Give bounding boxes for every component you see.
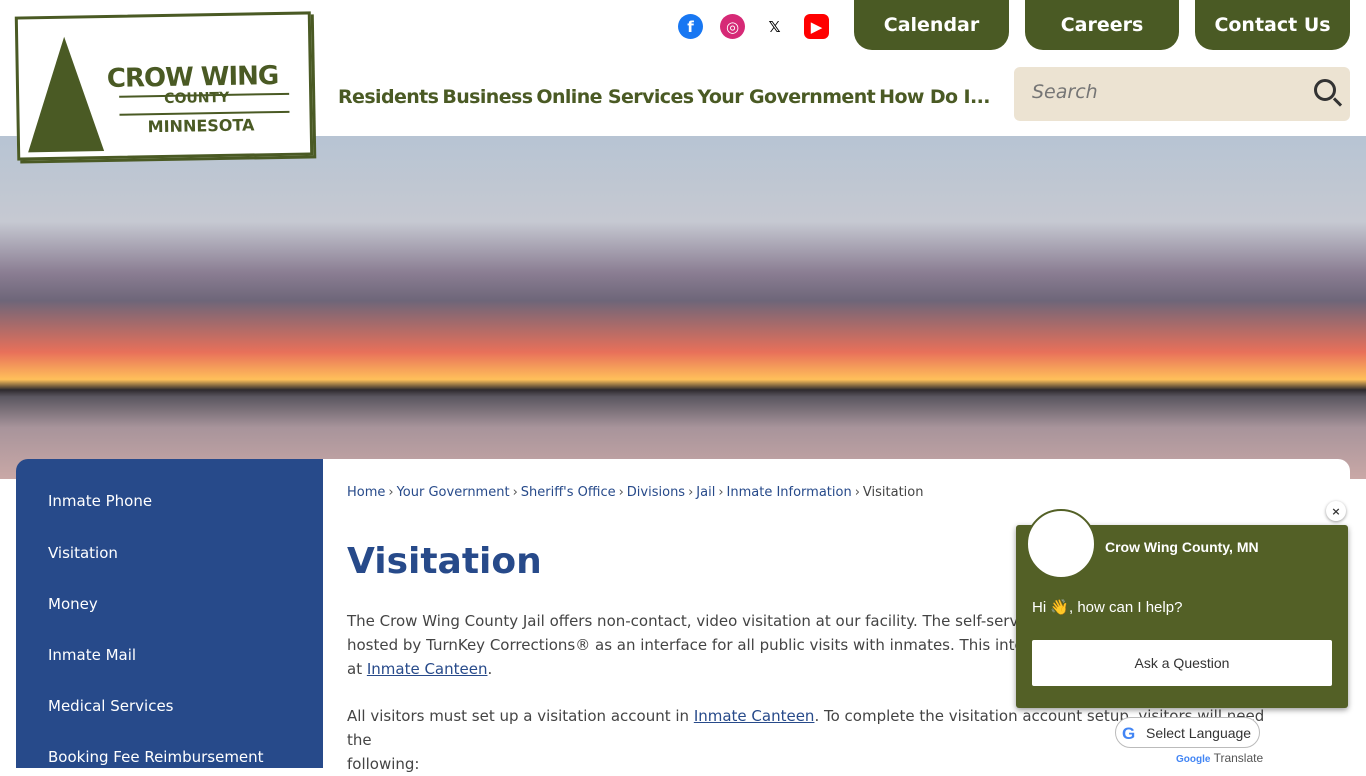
pine-tree-icon xyxy=(26,36,105,153)
inmate-canteen-link[interactable]: Inmate Canteen xyxy=(694,707,815,725)
sidebar-item-inmate-phone[interactable]: Inmate Phone xyxy=(48,492,152,510)
text: The Crow Wing County Jail offers non-con… xyxy=(347,612,1031,630)
youtube-icon[interactable]: ▶ xyxy=(804,14,829,39)
breadcrumb-current: Visitation xyxy=(862,485,924,500)
breadcrumb-link[interactable]: Inmate Information xyxy=(727,485,852,500)
logo-text: MINNESOTA xyxy=(147,115,255,137)
logo-text: COUNTY xyxy=(164,89,230,107)
breadcrumb-separator: › xyxy=(854,485,860,500)
chat-widget: Crow Wing County, MN Hi 👋, how can I hel… xyxy=(1016,509,1348,708)
calendar-button[interactable]: Calendar xyxy=(854,0,1009,50)
contact-us-button[interactable]: Contact Us xyxy=(1195,0,1350,50)
breadcrumb-separator: › xyxy=(718,485,724,500)
breadcrumb-link[interactable]: Your Government xyxy=(397,485,510,500)
chat-avatar xyxy=(1026,509,1096,579)
search-box xyxy=(1014,67,1350,121)
divider xyxy=(119,110,290,116)
nav-how-do-i[interactable]: How Do I... xyxy=(879,86,990,108)
sidebar-item-booking-fee[interactable]: Booking Fee Reimbursement xyxy=(48,748,264,766)
breadcrumb-separator: › xyxy=(688,485,694,500)
facebook-icon[interactable]: f xyxy=(678,14,703,39)
sidebar-item-visitation[interactable]: Visitation xyxy=(48,544,118,562)
breadcrumb-link[interactable]: Jail xyxy=(696,485,715,500)
site-header: CROW WING COUNTY MINNESOTA f ◎ 𝕏 ▶ Calendar… xyxy=(0,0,1366,161)
sidebar-nav: Inmate Phone Visitation Money Inmate Mai… xyxy=(16,459,323,768)
select-language-button[interactable]: G Select Language xyxy=(1115,717,1260,748)
nav-residents[interactable]: Residents xyxy=(338,86,439,108)
close-icon[interactable]: × xyxy=(1326,501,1346,521)
social-links: f ◎ 𝕏 ▶ xyxy=(678,14,829,39)
text: following: xyxy=(347,755,420,773)
google-translate-credit: Google Translate xyxy=(1176,751,1263,765)
search-icon[interactable] xyxy=(1314,79,1336,101)
instagram-icon[interactable]: ◎ xyxy=(720,14,745,39)
main-nav: Residents Business Online Services Your … xyxy=(338,86,994,108)
select-language-label: Select Language xyxy=(1146,724,1252,741)
nav-online-services[interactable]: Online Services xyxy=(536,86,694,108)
chat-name: Crow Wing County, MN xyxy=(1105,539,1259,555)
text: hosted by TurnKey Corrections® as an int… xyxy=(347,636,1036,654)
google-icon: G xyxy=(1122,724,1136,743)
nav-business[interactable]: Business xyxy=(442,86,533,108)
breadcrumb-link[interactable]: Sheriff's Office xyxy=(521,485,616,500)
hero-image-sunset xyxy=(0,136,1366,479)
text: at xyxy=(347,660,367,678)
page-title: Visitation xyxy=(347,541,542,582)
breadcrumb-separator: › xyxy=(388,485,394,500)
breadcrumb-separator: › xyxy=(618,485,624,500)
sidebar-item-money[interactable]: Money xyxy=(48,595,98,613)
sidebar-item-medical-services[interactable]: Medical Services xyxy=(48,697,174,715)
search-input[interactable] xyxy=(1032,81,1292,103)
sidebar-item-inmate-mail[interactable]: Inmate Mail xyxy=(48,646,136,664)
nav-your-government[interactable]: Your Government xyxy=(697,86,875,108)
breadcrumb-link[interactable]: Home xyxy=(347,485,385,500)
x-icon[interactable]: 𝕏 xyxy=(762,14,787,39)
text: . xyxy=(487,660,493,678)
text: All visitors must set up a visitation ac… xyxy=(347,707,694,725)
chat-greeting: Hi 👋, how can I help? xyxy=(1032,599,1183,616)
ask-question-button[interactable]: Ask a Question xyxy=(1032,640,1332,686)
breadcrumb-link[interactable]: Divisions xyxy=(627,485,685,500)
breadcrumb-separator: › xyxy=(512,485,518,500)
careers-button[interactable]: Careers xyxy=(1025,0,1179,50)
translate-label: Translate xyxy=(1213,751,1264,765)
google-logo: Google xyxy=(1176,754,1211,765)
breadcrumb: Home › Your Government › Sheriff's Office › Di… xyxy=(347,485,923,500)
logo-text: CROW WING xyxy=(106,61,279,94)
inmate-canteen-link[interactable]: Inmate Canteen xyxy=(367,660,488,678)
county-logo[interactable]: CROW WING COUNTY MINNESOTA xyxy=(14,11,314,161)
